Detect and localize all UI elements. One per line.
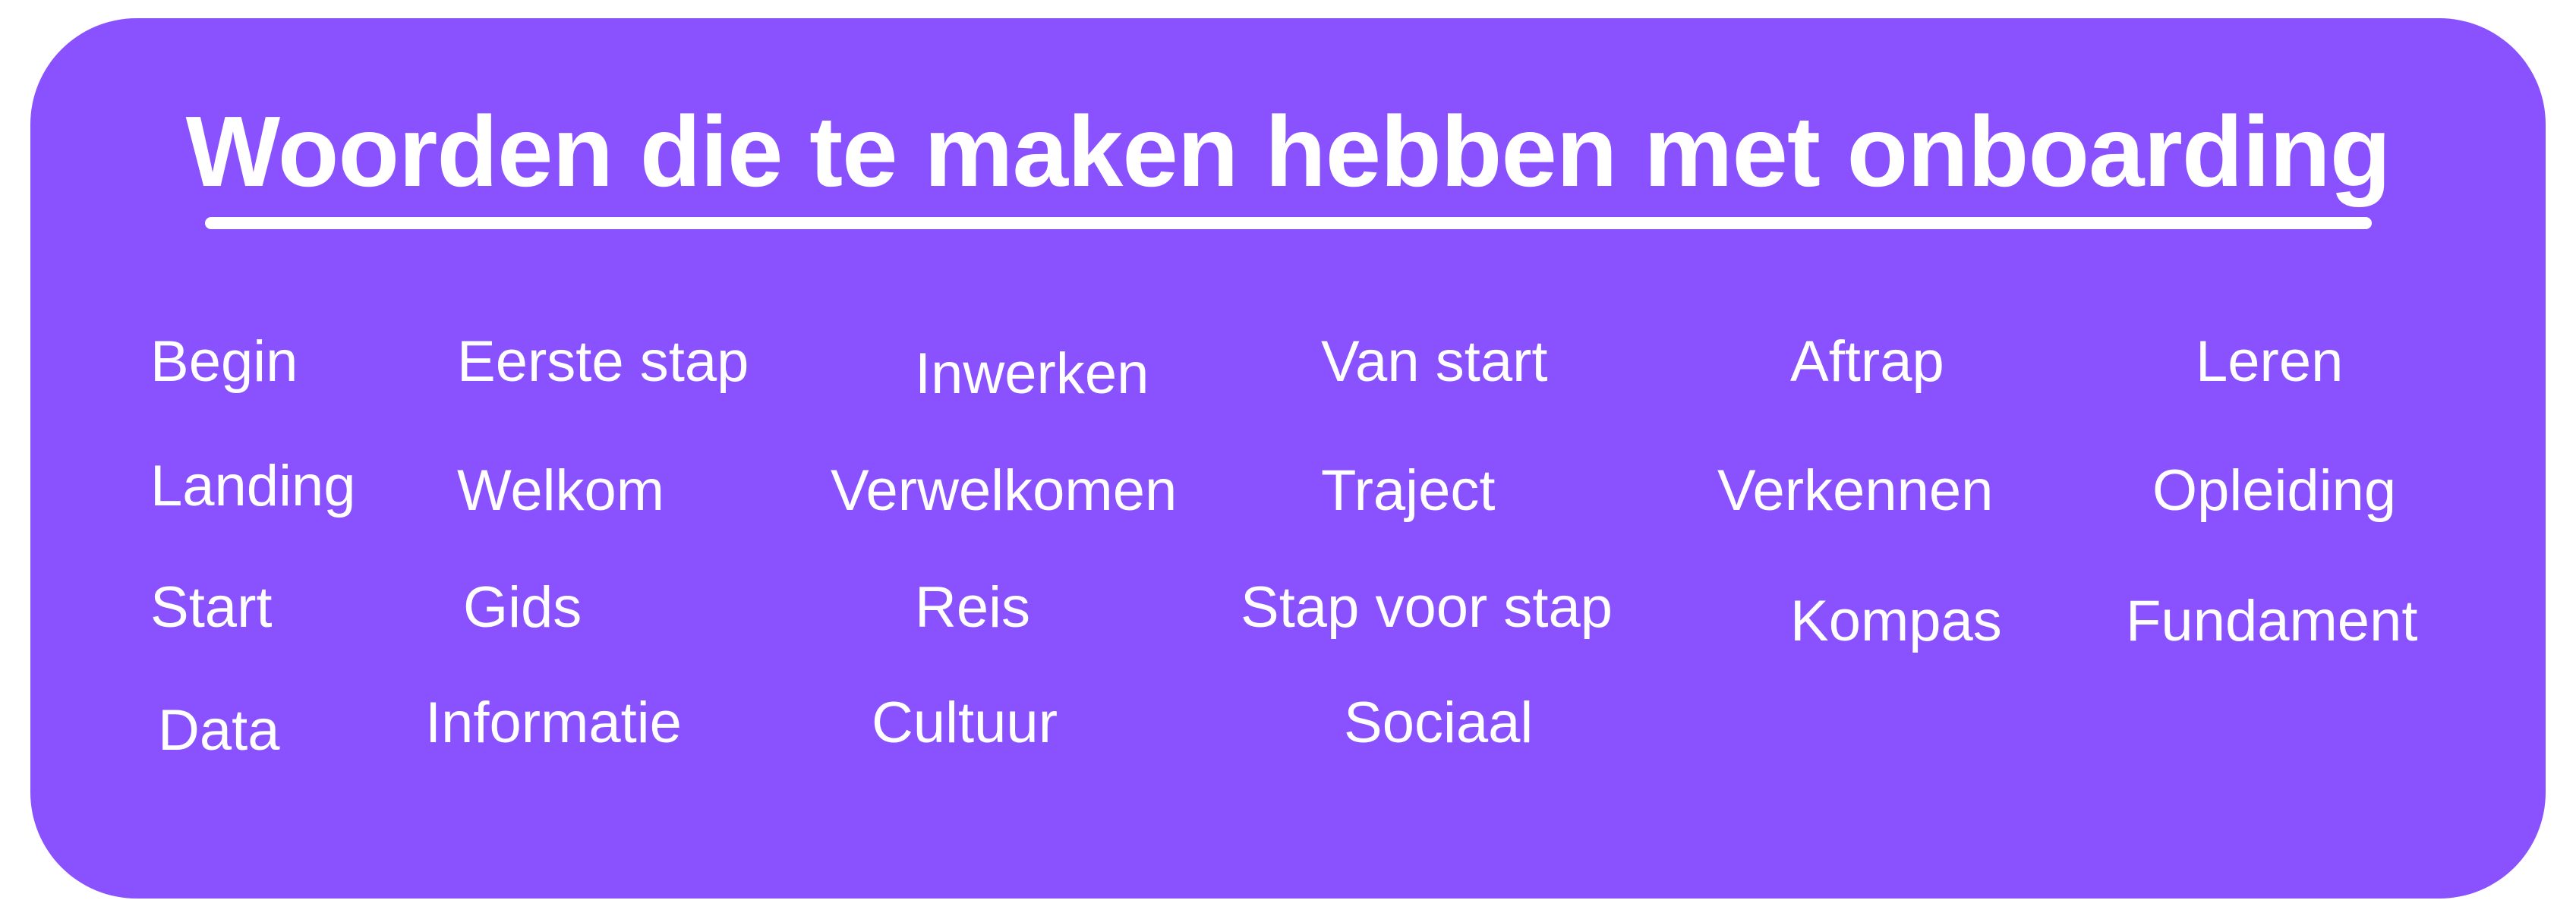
word-informatie: Informatie	[425, 691, 682, 755]
word-opleiding: Opleiding	[2152, 458, 2397, 523]
word-fundament: Fundament	[2126, 589, 2418, 653]
word-landing: Landing	[150, 454, 356, 518]
title-underline	[205, 217, 2372, 229]
word-leren: Leren	[2196, 329, 2344, 394]
word-traject: Traject	[1321, 458, 1496, 523]
page-title: Woorden die te maken hebben met onboardi…	[185, 96, 2392, 207]
word-sociaal: Sociaal	[1344, 691, 1534, 755]
word-reis: Reis	[915, 575, 1031, 640]
word-cultuur: Cultuur	[872, 691, 1058, 755]
word-eerste-stap: Eerste stap	[457, 329, 749, 394]
word-inwerken: Inwerken	[915, 341, 1149, 406]
word-welkom: Welkom	[457, 458, 665, 523]
word-stap-voor-stap: Stap voor stap	[1241, 575, 1613, 640]
word-verwelkomen: Verwelkomen	[831, 458, 1178, 523]
word-kompas: Kompas	[1790, 589, 2002, 653]
word-van-start: Van start	[1321, 329, 1548, 394]
word-verkennen: Verkennen	[1717, 458, 1994, 523]
word-aftrap: Aftrap	[1790, 329, 1944, 394]
word-gids: Gids	[463, 575, 582, 640]
word-start: Start	[150, 575, 273, 640]
word-begin: Begin	[150, 329, 298, 394]
word-data: Data	[158, 698, 280, 763]
